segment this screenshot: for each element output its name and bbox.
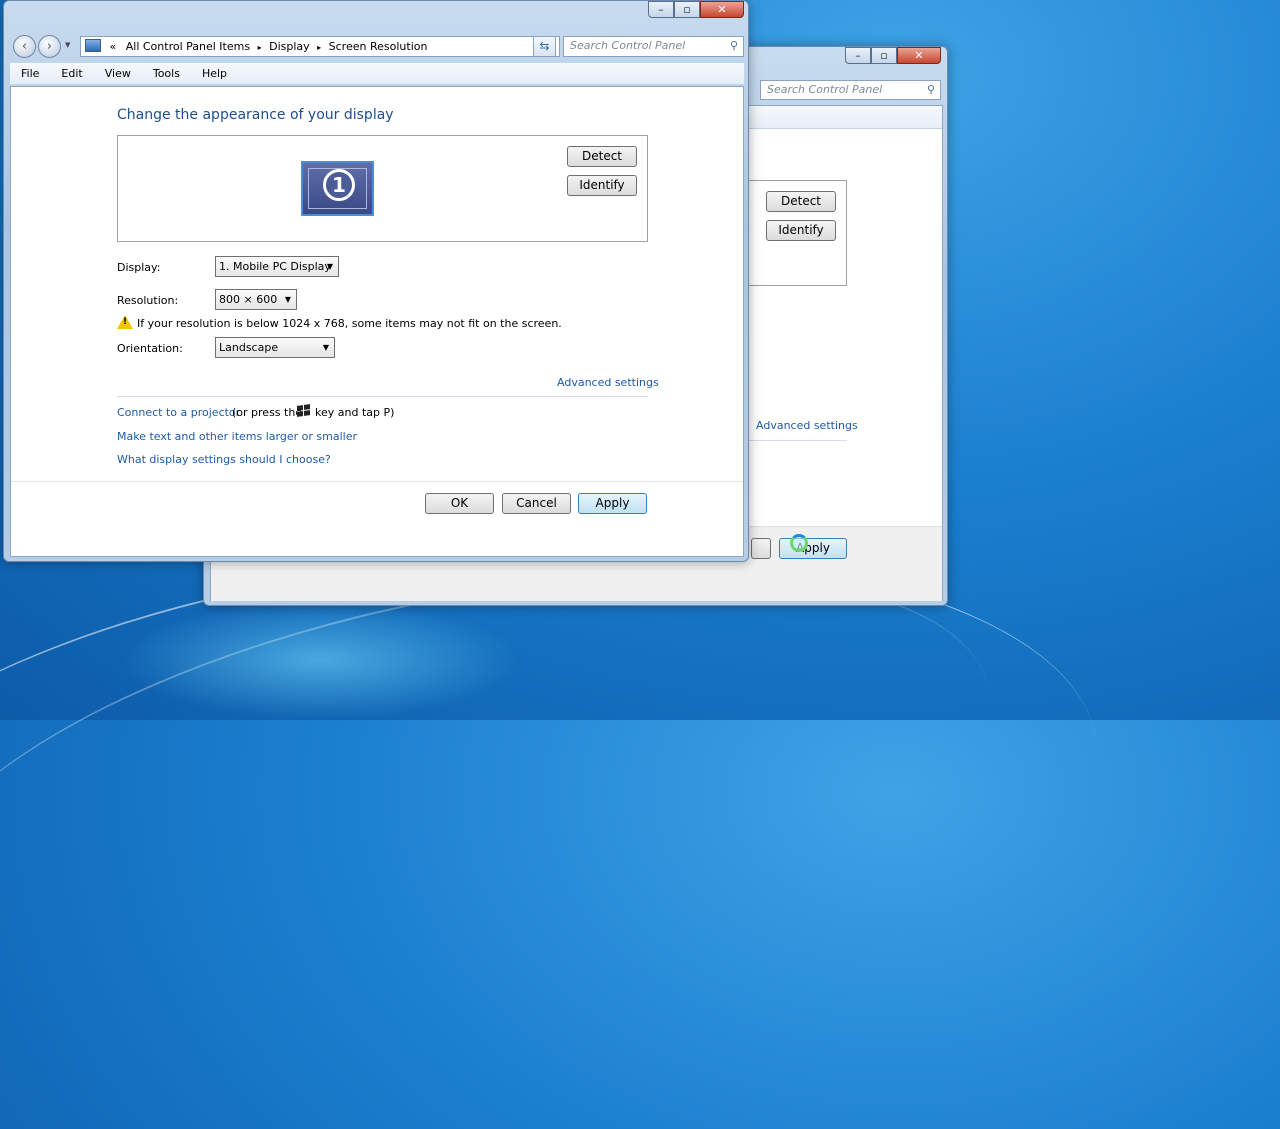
resolution-warning-text: If your resolution is below 1024 x 768, … [137,317,562,330]
projector-hint-end: key and tap P) [315,406,395,419]
detect-button[interactable]: Detect [567,146,637,167]
breadcrumb-separator[interactable]: ▸ [317,43,321,52]
back-identify-button[interactable]: Identify [766,220,836,241]
menu-edit[interactable]: Edit [50,67,93,80]
back-divider [741,440,847,441]
search-icon: ⚲ [729,39,738,52]
menu-view[interactable]: View [94,67,142,80]
monitor-number: 1 [332,173,346,197]
projector-hint-start: (or press the [232,406,303,419]
breadcrumb-overflow[interactable]: « [110,40,117,53]
forward-arrow-icon[interactable]: › [38,35,61,58]
desktop-glow [120,600,520,720]
busy-cursor-icon [790,534,808,552]
resolution-select[interactable]: 800 × 600 ▼ [215,289,297,310]
menu-help[interactable]: Help [191,67,238,80]
chevron-down-icon: ▼ [322,343,329,352]
advanced-settings-link[interactable]: Advanced settings [557,376,659,389]
caption-buttons: – ▫ ✕ [648,1,744,18]
section-divider [117,396,648,397]
maximize-icon[interactable]: ▫ [674,1,700,18]
display-label: Display: [117,261,161,274]
menu-file[interactable]: File [10,67,50,80]
window-client-area: Change the appearance of your display 1 … [10,86,744,557]
logo-quadrant [304,404,310,410]
logo-quadrant [304,410,310,416]
display-select[interactable]: 1. Mobile PC Display ▼ [215,256,339,277]
orientation-select[interactable]: Landscape ▼ [215,337,335,358]
back-detect-button[interactable]: Detect [766,191,836,212]
footer-divider [11,481,743,482]
cancel-button[interactable]: Cancel [502,493,571,514]
display-select-value: 1. Mobile PC Display [219,260,331,273]
address-bar[interactable]: « All Control Panel Items ▸ Display ▸ Sc… [80,36,560,57]
monitor-arrangement-area: 1 Detect Identify [117,135,648,242]
search-input[interactable]: Search Control Panel ⚲ [563,36,744,57]
breadcrumb-separator[interactable]: ▸ [258,43,262,52]
breadcrumb-screen-resolution[interactable]: Screen Resolution [329,40,428,53]
menu-tools[interactable]: Tools [142,67,191,80]
apply-button[interactable]: Apply [578,493,647,514]
logo-quadrant [297,405,303,411]
maximize-icon[interactable]: ▫ [871,47,897,64]
logo-quadrant [297,411,303,417]
navigation-bar: ‹ › ▼ « All Control Panel Items ▸ Displa… [10,33,744,61]
resolution-label: Resolution: [117,294,179,307]
monitor-1-icon[interactable]: 1 [301,161,374,216]
back-partial-button[interactable] [751,538,771,559]
recent-pages-chevron-icon[interactable]: ▼ [65,41,70,49]
chevron-down-icon: ▼ [326,262,333,271]
back-search-input[interactable]: Search Control Panel ⚲ [760,80,941,100]
back-advanced-settings-link[interactable]: Advanced settings [756,419,858,432]
monitor-number-badge: 1 [323,169,355,201]
windows-logo-icon [297,404,310,418]
menu-bar: File Edit View Tools Help [10,63,744,85]
orientation-label: Orientation: [117,342,183,355]
chevron-down-icon: ▼ [284,295,291,304]
search-placeholder: Search Control Panel [767,83,883,96]
control-panel-icon [85,39,101,52]
close-icon[interactable]: ✕ [897,47,941,64]
screen-resolution-window[interactable]: – ▫ ✕ ‹ › ▼ « All Control Panel Items ▸ … [3,0,749,562]
close-icon[interactable]: ✕ [700,1,744,18]
orientation-select-value: Landscape [219,341,279,354]
back-arrow-icon[interactable]: ‹ [13,35,36,58]
minimize-icon[interactable]: – [845,47,871,64]
connect-projector-link[interactable]: Connect to a projector [117,406,240,419]
search-placeholder: Search Control Panel [570,39,686,52]
text-size-link[interactable]: Make text and other items larger or smal… [117,430,357,443]
warning-icon-mark: ! [123,317,128,327]
identify-button[interactable]: Identify [567,175,637,196]
search-icon: ⚲ [926,83,935,96]
page-title: Change the appearance of your display [117,107,394,123]
breadcrumb-display[interactable]: Display [269,40,310,53]
ok-button[interactable]: OK [425,493,494,514]
resolution-select-value: 800 × 600 [219,293,278,306]
breadcrumb-all-items[interactable]: All Control Panel Items [126,40,250,53]
display-settings-help-link[interactable]: What display settings should I choose? [117,453,331,466]
minimize-icon[interactable]: – [648,1,674,18]
refresh-icon[interactable]: ⇆ [533,36,556,57]
back-window-caption-buttons: – ▫ ✕ [845,47,941,64]
